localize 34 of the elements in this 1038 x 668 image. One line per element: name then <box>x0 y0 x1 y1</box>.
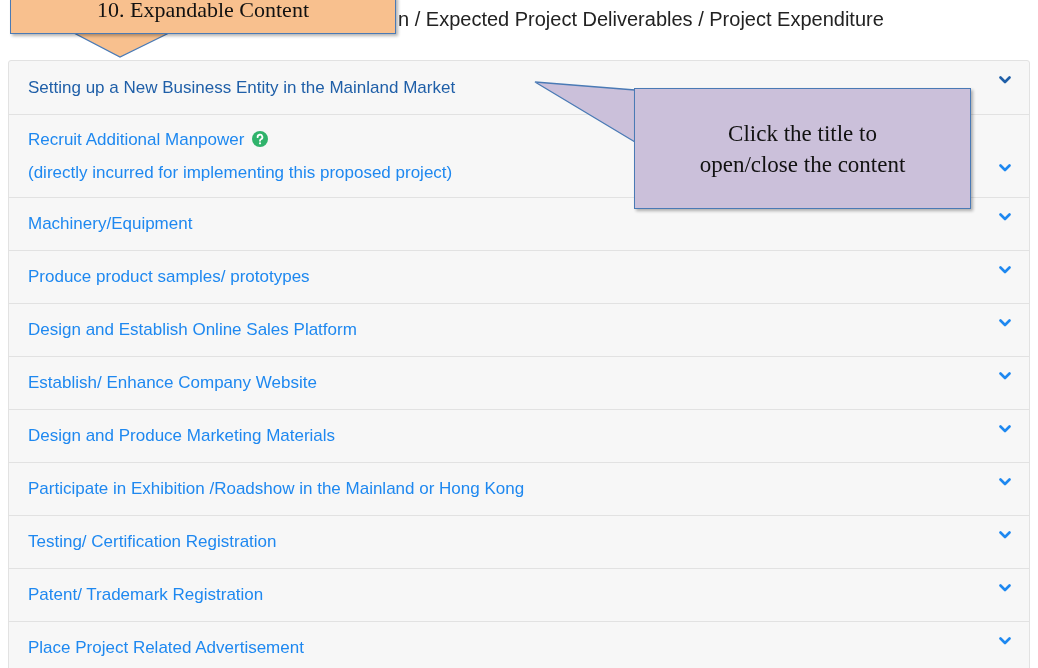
accordion-header[interactable]: Testing/ Certification Registration <box>9 515 1029 568</box>
accordion-header[interactable]: Establish/ Enhance Company Website <box>9 356 1029 409</box>
chevron-down-icon <box>999 164 1011 172</box>
section-heading: n / Expected Project Deliverables / Project Expenditure <box>398 7 884 32</box>
accordion-header[interactable]: Participate in Exhibition /Roadshow in the Mainland or Hong Kong <box>9 462 1029 515</box>
chevron-down-icon <box>999 372 1011 380</box>
accordion-title: Recruit Additional Manpower <box>28 128 245 151</box>
chevron-down-icon <box>999 584 1011 592</box>
accordion-title: Design and Produce Marketing Materials <box>28 425 336 448</box>
accordion-header[interactable]: Design and Produce Marketing Materials <box>9 409 1029 462</box>
chevron-down-icon <box>999 531 1011 539</box>
chevron-down-icon <box>999 213 1011 221</box>
accordion-title: Machinery/Equipment <box>28 213 193 236</box>
chevron-down-icon <box>999 637 1011 645</box>
chevron-down-icon <box>999 266 1011 274</box>
chevron-down-icon <box>999 478 1011 486</box>
accordion-subtitle: (directly incurred for implementing this proposed project) <box>28 162 453 184</box>
accordion-title: Design and Establish Online Sales Platform <box>28 319 357 342</box>
accordion-title: Testing/ Certification Registration <box>28 531 277 554</box>
accordion-header[interactable]: Design and Establish Online Sales Platform <box>9 303 1029 356</box>
accordion-title: Setting up a New Business Entity in the Mainland Market <box>28 76 456 99</box>
accordion-title: Participate in Exhibition /Roadshow in the Mainland or Hong Kong <box>28 478 525 501</box>
chevron-down-icon <box>999 76 1011 84</box>
callout-box: Click the title to open/close the content <box>634 88 971 209</box>
accordion-title: Place Project Related Advertisement <box>28 637 304 660</box>
accordion-header[interactable]: Patent/ Trademark Registration <box>9 568 1029 621</box>
accordion-header[interactable]: Place Project Related Advertisement <box>9 621 1029 668</box>
chevron-down-icon <box>999 319 1011 327</box>
chevron-down-icon <box>999 425 1011 433</box>
accordion-title: Patent/ Trademark Registration <box>28 584 264 607</box>
accordion-header[interactable]: Produce product samples/ prototypes <box>9 250 1029 303</box>
help-icon[interactable] <box>252 131 269 148</box>
accordion-title: Produce product samples/ prototypes <box>28 266 310 289</box>
accordion-title: Establish/ Enhance Company Website <box>28 372 317 395</box>
